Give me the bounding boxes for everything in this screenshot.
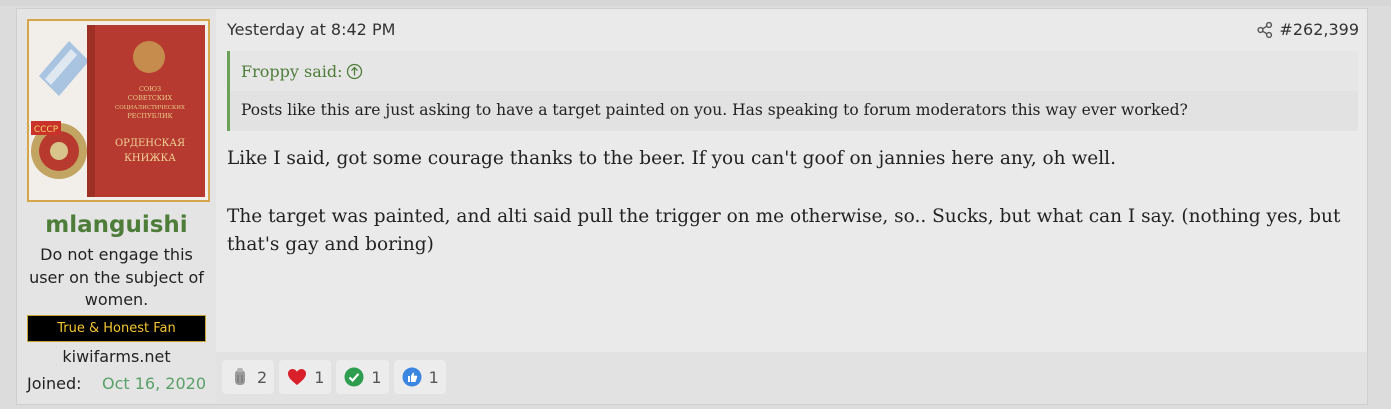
reaction-count: 1 <box>428 367 439 387</box>
thumbs-up-icon <box>402 367 422 387</box>
post-paragraph: The target was painted, and alti said pu… <box>227 205 1341 256</box>
quote-block: Froppy said: Posts like this are just as… <box>227 51 1358 131</box>
user-site: kiwifarms.net <box>62 347 171 366</box>
share-icon[interactable] <box>1256 21 1274 39</box>
avatar-line-5: ОРДЕНСКАЯ <box>115 138 185 149</box>
post-body: Like I said, got some courage thanks to … <box>227 145 1362 289</box>
avatar-cccp-text: СССР <box>34 125 59 135</box>
post-number-link[interactable]: #262,399 <box>1279 20 1359 39</box>
post-footer: 2 1 1 1 <box>216 352 1367 404</box>
avatar-image: СССР СОЮЗ СОВЕТСКИХ СОЦИАЛИСТИЧЕСКИХ РЕС… <box>29 21 208 200</box>
reaction-dumb[interactable]: 2 <box>222 360 275 394</box>
reaction-count: 2 <box>257 367 268 387</box>
post-paragraph: Like I said, got some courage thanks to … <box>227 148 1116 169</box>
forum-post: СССР СОЮЗ СОВЕТСКИХ СОЦИАЛИСТИЧЕСКИХ РЕС… <box>16 8 1368 405</box>
avatar-line-2: СОВЕТСКИХ <box>128 94 173 102</box>
user-sidebar: СССР СОЮЗ СОВЕТСКИХ СОЦИАЛИСТИЧЕСКИХ РЕС… <box>17 9 216 404</box>
heart-icon <box>288 369 307 385</box>
quote-author[interactable]: Froppy said: <box>241 62 343 81</box>
arrow-up-circle-icon[interactable] <box>346 63 363 80</box>
joined-label: Joined: <box>27 374 82 393</box>
reaction-count: 1 <box>314 367 325 387</box>
avatar-line-6: КНИЖКА <box>124 153 176 164</box>
post-date-link[interactable]: Yesterday at 8:42 PM <box>227 20 395 39</box>
quote-text: Posts like this are just asking to have … <box>241 101 1188 119</box>
reaction-agree[interactable]: 1 <box>336 360 389 394</box>
avatar-line-3: СОЦИАЛИСТИЧЕСКИХ <box>115 105 185 111</box>
quote-header <box>230 51 1358 91</box>
username[interactable]: mlanguishi <box>17 212 216 238</box>
user-title: Do not engage this user on the subject o… <box>29 245 204 309</box>
checkmark-icon <box>344 367 364 387</box>
reactions-bar: 2 1 1 1 <box>222 360 446 394</box>
avatar-line-1: СОЮЗ <box>139 85 161 93</box>
user-banner: True & Honest Fan <box>27 315 206 342</box>
reaction-count: 1 <box>371 367 382 387</box>
reaction-like[interactable]: 1 <box>393 360 446 394</box>
avatar-line-4: РЕСПУБЛИК <box>127 112 172 120</box>
dumb-icon <box>235 368 245 385</box>
reaction-heart[interactable]: 1 <box>279 360 332 394</box>
joined-date: Oct 16, 2020 <box>102 374 206 393</box>
user-avatar[interactable]: СССР СОЮЗ СОВЕТСКИХ СОЦИАЛИСТИЧЕСКИХ РЕС… <box>27 19 210 202</box>
page-top-strip <box>0 0 1391 6</box>
